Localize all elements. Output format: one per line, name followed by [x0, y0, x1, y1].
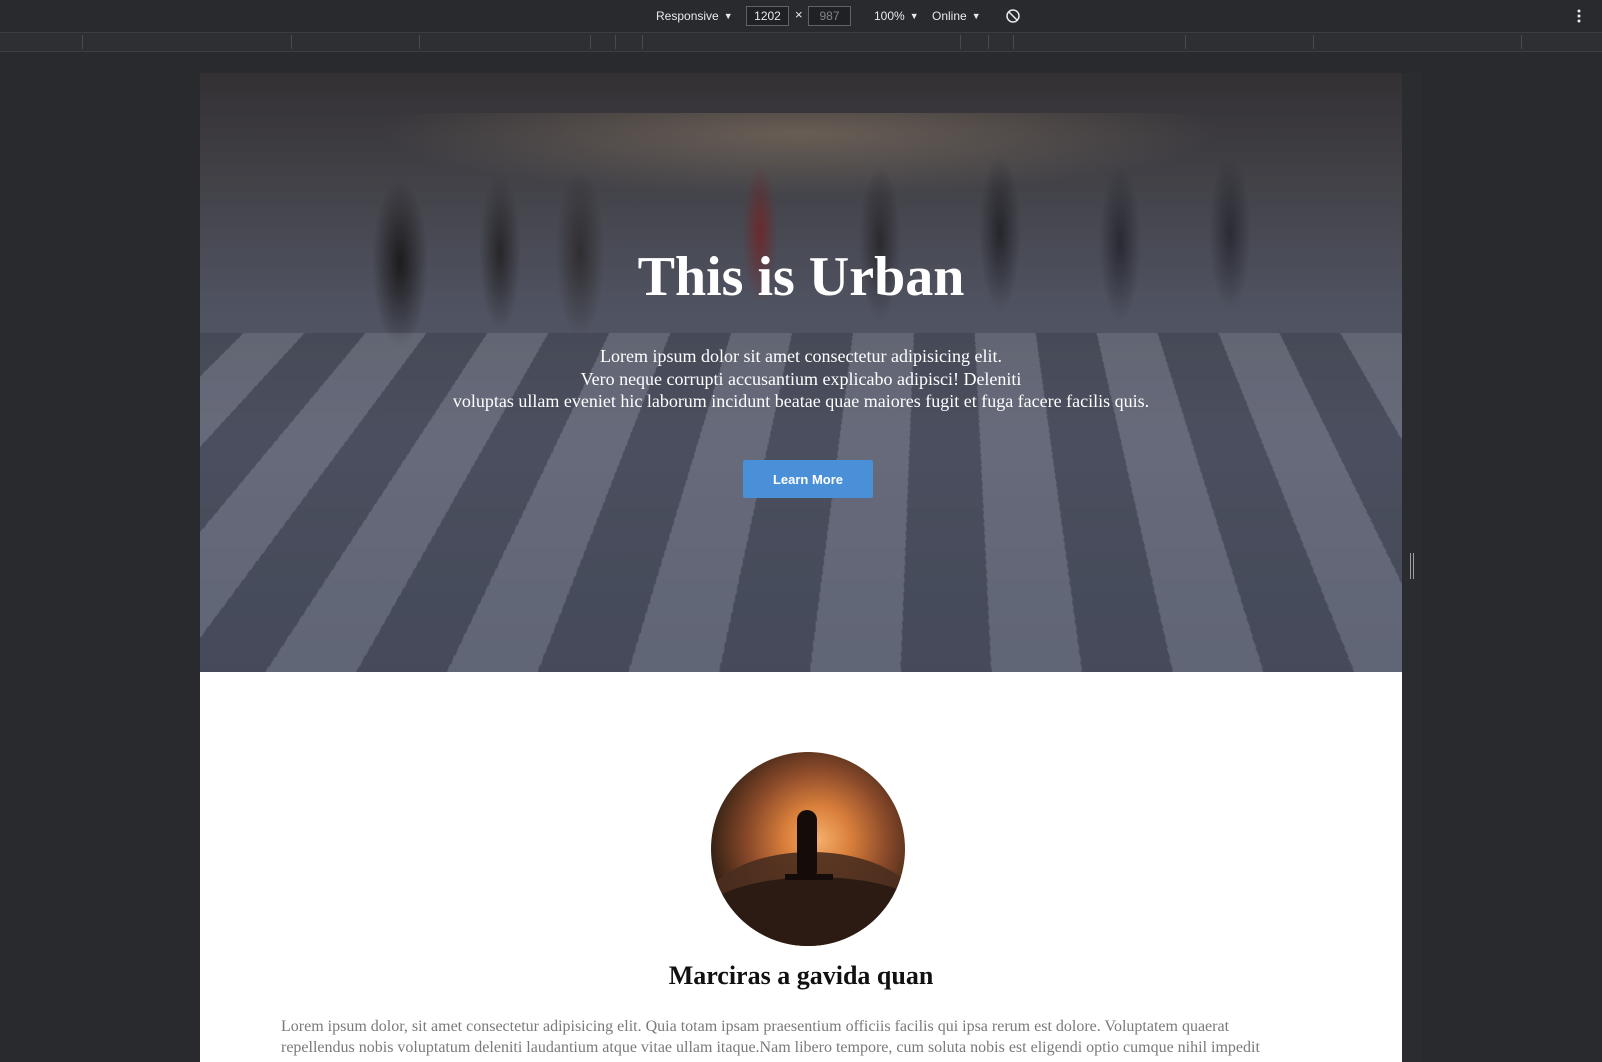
- hero-description-line: voluptas ullam eveniet hic laborum incid…: [452, 391, 1150, 411]
- throttling-label: Online: [932, 9, 967, 23]
- viewport-width-input[interactable]: 1202: [746, 6, 789, 26]
- media-query-segment[interactable]: [1521, 35, 1522, 49]
- hero-section: This is Urban Lorem ipsum dolor sit amet…: [200, 73, 1402, 672]
- media-query-segment[interactable]: [291, 35, 292, 49]
- more-options-button[interactable]: [1576, 0, 1582, 32]
- media-query-segment[interactable]: [1313, 35, 1314, 49]
- device-toolbar: Responsive ▼ 1202 × 987 100% ▼ Online ▼: [0, 0, 1602, 32]
- media-query-segment[interactable]: [615, 35, 616, 49]
- device-mode-dropdown[interactable]: Responsive ▼: [656, 0, 733, 32]
- section-title: Marciras a gavida quan: [668, 961, 934, 990]
- throttling-dropdown[interactable]: Online ▼: [932, 0, 981, 32]
- image-hill: [711, 877, 905, 946]
- section-paragraph-line: repellendus nobis voluptatum deleniti la…: [281, 1039, 1260, 1056]
- rotate-button[interactable]: [1005, 0, 1021, 32]
- hero-title: This is Urban: [637, 246, 965, 308]
- image-person-silhouette: [797, 810, 817, 876]
- chevron-down-icon: ▼: [723, 11, 733, 21]
- more-vertical-icon: [1577, 9, 1581, 23]
- times-icon: ×: [795, 7, 803, 22]
- media-query-segment[interactable]: [988, 35, 989, 49]
- device-viewport: This is Urban Lorem ipsum dolor sit amet…: [200, 73, 1402, 1062]
- chevron-down-icon: ▼: [909, 11, 919, 21]
- hero-description: Lorem ipsum dolor sit amet consectetur a…: [200, 345, 1402, 413]
- hero-description-line: Lorem ipsum dolor sit amet consectetur a…: [600, 346, 1002, 366]
- resize-handle-icon[interactable]: [1410, 553, 1414, 579]
- chevron-down-icon: ▼: [971, 11, 981, 21]
- media-query-segment[interactable]: [82, 35, 83, 49]
- media-query-bar[interactable]: [0, 32, 1602, 52]
- media-query-segment[interactable]: [590, 35, 591, 49]
- profile-image: [711, 752, 905, 946]
- rotate-icon: [1006, 9, 1020, 23]
- image-bench: [785, 874, 833, 880]
- media-query-segment[interactable]: [960, 35, 961, 49]
- device-mode-label: Responsive: [656, 9, 719, 23]
- media-query-segment[interactable]: [1013, 35, 1014, 49]
- zoom-dropdown[interactable]: 100% ▼: [874, 0, 919, 32]
- hero-description-line: Vero neque corrupti accusantium explicab…: [580, 368, 1022, 389]
- media-query-segment[interactable]: [1185, 35, 1186, 49]
- section-paragraph: Lorem ipsum dolor, sit amet consectetur …: [281, 1016, 1341, 1058]
- media-query-segment[interactable]: [642, 35, 643, 49]
- media-query-segment[interactable]: [419, 35, 420, 49]
- viewport-height-input[interactable]: 987: [808, 6, 851, 26]
- learn-more-button[interactable]: Learn More: [743, 460, 873, 498]
- zoom-label: 100%: [874, 9, 905, 23]
- section-paragraph-line: Lorem ipsum dolor, sit amet consectetur …: [281, 1018, 1230, 1035]
